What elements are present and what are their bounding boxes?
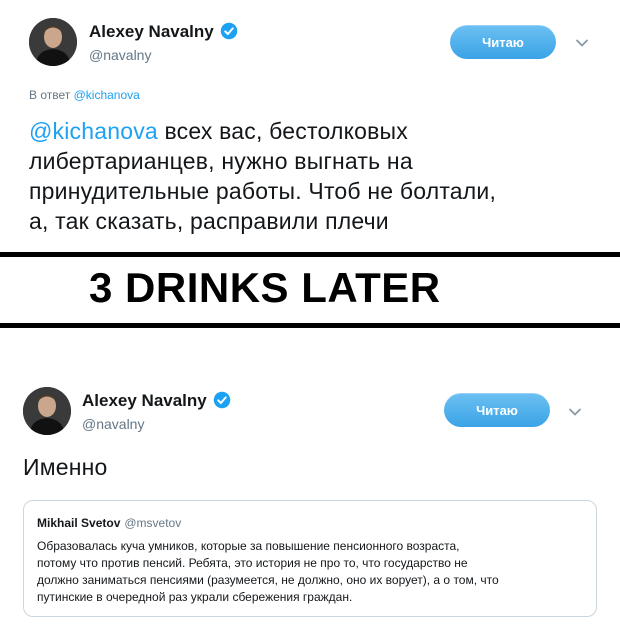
author-name[interactable]: Alexey Navalny: [82, 391, 231, 411]
following-button[interactable]: Читаю: [450, 25, 556, 59]
tweet-text-line: а, так сказать, расправили плечи: [29, 208, 389, 234]
tweet-text: @kichanova всех вас, бестолковых либерта…: [29, 116, 609, 236]
tweet-text: Именно: [23, 454, 108, 480]
chevron-down-icon[interactable]: [568, 405, 582, 419]
quoted-tweet[interactable]: Mikhail Svetov @msvetov Образовалась куча…: [23, 500, 597, 617]
tweet-text-line: либертарианцев, нужно выгнать на: [29, 148, 413, 174]
reply-handle-link[interactable]: @kichanova: [74, 88, 140, 102]
author-handle[interactable]: @navalny: [82, 416, 144, 432]
quote-author-name: Mikhail Svetov: [37, 516, 121, 530]
chevron-down-icon[interactable]: [575, 36, 589, 50]
quote-text-line: путинские в очередной раз украли сбереже…: [37, 590, 353, 604]
banner-top-line: [0, 252, 620, 257]
verified-badge-icon: [220, 22, 237, 40]
banner-caption: 3 DRINKS LATER: [89, 264, 441, 311]
author-handle[interactable]: @navalny: [89, 47, 151, 63]
verified-badge-icon: [213, 391, 230, 409]
mention-link[interactable]: @kichanova: [29, 118, 158, 144]
author-avatar[interactable]: [29, 18, 77, 66]
tweet-text-line: всех вас, бестолковых: [157, 118, 408, 144]
quote-text-line: потому что против пенсий. Ребята, это ис…: [37, 556, 468, 570]
banner-bottom-line: [0, 323, 620, 328]
quote-text-line: должно заниматься пенсиями (разумеется, …: [37, 573, 499, 587]
reply-context: В ответ @kichanova: [29, 88, 140, 102]
quote-text: Образовалась куча умников, которые за по…: [37, 538, 583, 606]
author-avatar[interactable]: [23, 387, 71, 435]
tweet-text-line: принудительные работы. Чтоб не болтали,: [29, 178, 497, 204]
quote-text-line: Образовалась куча умников, которые за по…: [37, 539, 460, 553]
following-button[interactable]: Читаю: [444, 393, 550, 427]
author-name[interactable]: Alexey Navalny: [89, 22, 238, 42]
quote-author-handle: @msvetov: [124, 516, 182, 530]
